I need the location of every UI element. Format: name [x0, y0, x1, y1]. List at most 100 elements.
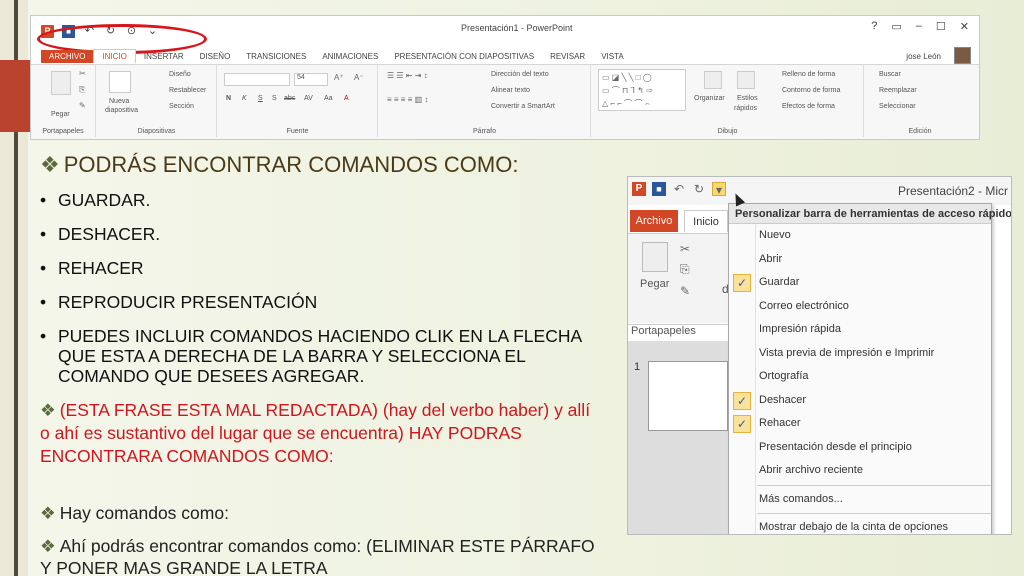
tab-vista[interactable]: VISTA — [593, 50, 632, 63]
bullets-icon[interactable]: ☰ ☰ ⇤ ⇥ ↕ — [387, 71, 428, 80]
format-painter-icon[interactable]: ✎ — [680, 284, 690, 298]
tab-transiciones[interactable]: TRANSICIONES — [238, 50, 314, 63]
list-item: PUEDES INCLUIR COMANDOS HACIENDO CLIK EN… — [40, 326, 615, 386]
redo-icon[interactable]: ↻ — [692, 182, 706, 196]
tab-archivo[interactable]: Archivo — [630, 210, 678, 232]
left-decor-accent — [0, 60, 30, 132]
menu-item-mas-comandos[interactable]: Más comandos... — [729, 488, 991, 512]
bold-button[interactable]: N — [226, 95, 231, 102]
close-icon[interactable]: ✕ — [960, 20, 969, 33]
user-name[interactable]: jose León — [906, 52, 941, 61]
new-slide-icon[interactable] — [109, 71, 131, 93]
align-icon[interactable]: ≡ ≡ ≡ ≡ ▥ ↕ — [387, 95, 428, 104]
menu-item-nuevo[interactable]: Nuevo — [729, 224, 991, 248]
ribbon-display-icon[interactable]: ▭ — [891, 20, 901, 33]
maximize-icon[interactable]: ☐ — [936, 20, 946, 33]
alinear-texto-button[interactable]: Alinear texto — [491, 87, 530, 94]
menu-item-guardar[interactable]: ✓ Guardar — [729, 271, 991, 295]
shot-tabs: Archivo Inicio — [628, 207, 733, 233]
seccion-button[interactable]: Sección — [169, 103, 194, 110]
tab-revisar[interactable]: REVISAR — [542, 50, 593, 63]
menu-item-presentacion[interactable]: Presentación desde el principio — [729, 436, 991, 460]
menu-item-correo[interactable]: Correo electrónico — [729, 295, 991, 319]
menu-item-impresion-rapida[interactable]: Impresión rápida — [729, 318, 991, 342]
seleccionar-button[interactable]: Seleccionar — [879, 103, 916, 110]
group-label-edicion: Edición — [908, 128, 932, 135]
slides-pane: 1 — [628, 341, 732, 534]
minimize-icon[interactable]: – — [916, 20, 922, 33]
nueva-label[interactable]: Nueva — [109, 98, 129, 105]
strike-button[interactable]: abc — [284, 95, 295, 102]
arrange-icon[interactable] — [704, 71, 722, 89]
cut-icon[interactable]: ✂ — [79, 69, 86, 78]
contorno-button[interactable]: Contorno de forma — [782, 87, 840, 94]
reemplazar-button[interactable]: Reemplazar — [879, 87, 917, 94]
customize-dropdown-icon[interactable]: ▾ — [712, 182, 726, 197]
buscar-button[interactable]: Buscar — [879, 71, 901, 78]
pegar-button[interactable]: Pegar — [640, 278, 669, 290]
slide-heading: ❖ PODRÁS ENCONTRAR COMANDOS COMO: — [40, 152, 519, 177]
smartart-button[interactable]: Convertir a SmartArt — [491, 103, 555, 110]
shrink-font-icon[interactable]: A⁻ — [354, 73, 364, 82]
list-item: GUARDAR. — [40, 190, 615, 210]
check-icon: ✓ — [733, 391, 751, 410]
paste-icon[interactable] — [642, 242, 668, 272]
pegar-button[interactable]: Pegar — [51, 111, 70, 118]
slide-thumbnail[interactable] — [648, 361, 728, 431]
underline-button[interactable]: S — [258, 95, 263, 102]
efectos-button[interactable]: Efectos de forma — [782, 103, 835, 110]
tab-insertar[interactable]: INSERTAR — [136, 50, 192, 63]
organizar-button[interactable]: Organizar — [694, 95, 725, 102]
ribbon-body: Pegar ✂ ⎘ ✎ Portapapeles Nueva diapositi… — [31, 64, 979, 139]
tab-inicio[interactable]: Inicio — [684, 210, 728, 232]
avatar[interactable] — [954, 47, 971, 64]
paste-icon[interactable] — [51, 71, 71, 95]
group-edicion: Buscar Reemplazar Seleccionar Edición — [865, 65, 975, 137]
font-name-input[interactable] — [224, 73, 290, 86]
menu-item-mostrar-debajo[interactable]: Mostrar debajo de la cinta de opciones — [729, 516, 991, 534]
group-label-portapapeles: Portapapeles — [42, 128, 84, 135]
list-item: REPRODUCIR PRESENTACIÓN — [40, 292, 615, 312]
save-icon[interactable]: ■ — [652, 182, 666, 196]
diapositiva-label[interactable]: diapositiva — [105, 107, 138, 114]
group-label-parrafo: Párrafo — [473, 128, 496, 135]
group-label-dibujo: Dibujo — [717, 128, 738, 135]
tab-archivo[interactable]: ARCHIVO — [41, 49, 94, 63]
case-button[interactable]: Aa — [324, 95, 333, 102]
undo-icon[interactable]: ↶ — [672, 182, 686, 196]
grow-font-icon[interactable]: A⁺ — [334, 73, 344, 82]
menu-item-vista-previa[interactable]: Vista previa de impresión e Imprimir — [729, 342, 991, 366]
shadow-button[interactable]: S — [272, 95, 277, 102]
menu-item-abrir[interactable]: Abrir — [729, 248, 991, 272]
spacing-button[interactable]: AV — [304, 95, 313, 102]
menu-item-abrir-reciente[interactable]: Abrir archivo reciente — [729, 459, 991, 483]
rapidos-label[interactable]: rápidos — [734, 105, 757, 112]
diamond-bullet-icon: ❖ — [40, 152, 60, 177]
document-title: Presentación1 - PowerPoint — [461, 23, 573, 33]
tab-animaciones[interactable]: ANIMACIONES — [314, 50, 386, 63]
direccion-texto-button[interactable]: Dirección del texto — [491, 71, 549, 78]
tab-inicio[interactable]: INICIO — [93, 49, 136, 63]
menu-item-deshacer[interactable]: ✓ Deshacer — [729, 389, 991, 413]
tab-diseno[interactable]: DISEÑO — [192, 50, 239, 63]
window-controls: ? ▭ – ☐ ✕ — [871, 20, 969, 33]
group-parrafo: ☰ ☰ ⇤ ⇥ ↕ ≡ ≡ ≡ ≡ ▥ ↕ Dirección del text… — [379, 65, 591, 137]
quick-styles-icon[interactable] — [737, 71, 755, 89]
line-ahi-podras: ❖ Ahí podrás encontrar comandos como: (EL… — [40, 536, 595, 576]
list-item: REHACER — [40, 258, 615, 278]
italic-button[interactable]: K — [242, 95, 247, 102]
cut-icon[interactable]: ✂ — [680, 242, 690, 256]
font-color-button[interactable]: A — [344, 95, 349, 102]
diseno-button[interactable]: Diseño — [169, 71, 191, 78]
menu-item-rehacer[interactable]: ✓ Rehacer — [729, 412, 991, 436]
estilos-label[interactable]: Estilos — [737, 95, 758, 102]
font-size-input[interactable]: 54 — [294, 73, 328, 86]
copy-icon[interactable]: ⎘ — [79, 85, 85, 95]
relleno-button[interactable]: Relleno de forma — [782, 71, 835, 78]
format-painter-icon[interactable]: ✎ — [79, 101, 86, 110]
restablecer-button[interactable]: Restablecer — [169, 87, 206, 94]
menu-item-ortografia[interactable]: Ortografía — [729, 365, 991, 389]
tab-presentacion[interactable]: PRESENTACIÓN CON DIAPOSITIVAS — [386, 50, 542, 63]
copy-icon[interactable]: ⎘ — [680, 262, 690, 277]
help-icon[interactable]: ? — [871, 20, 877, 33]
